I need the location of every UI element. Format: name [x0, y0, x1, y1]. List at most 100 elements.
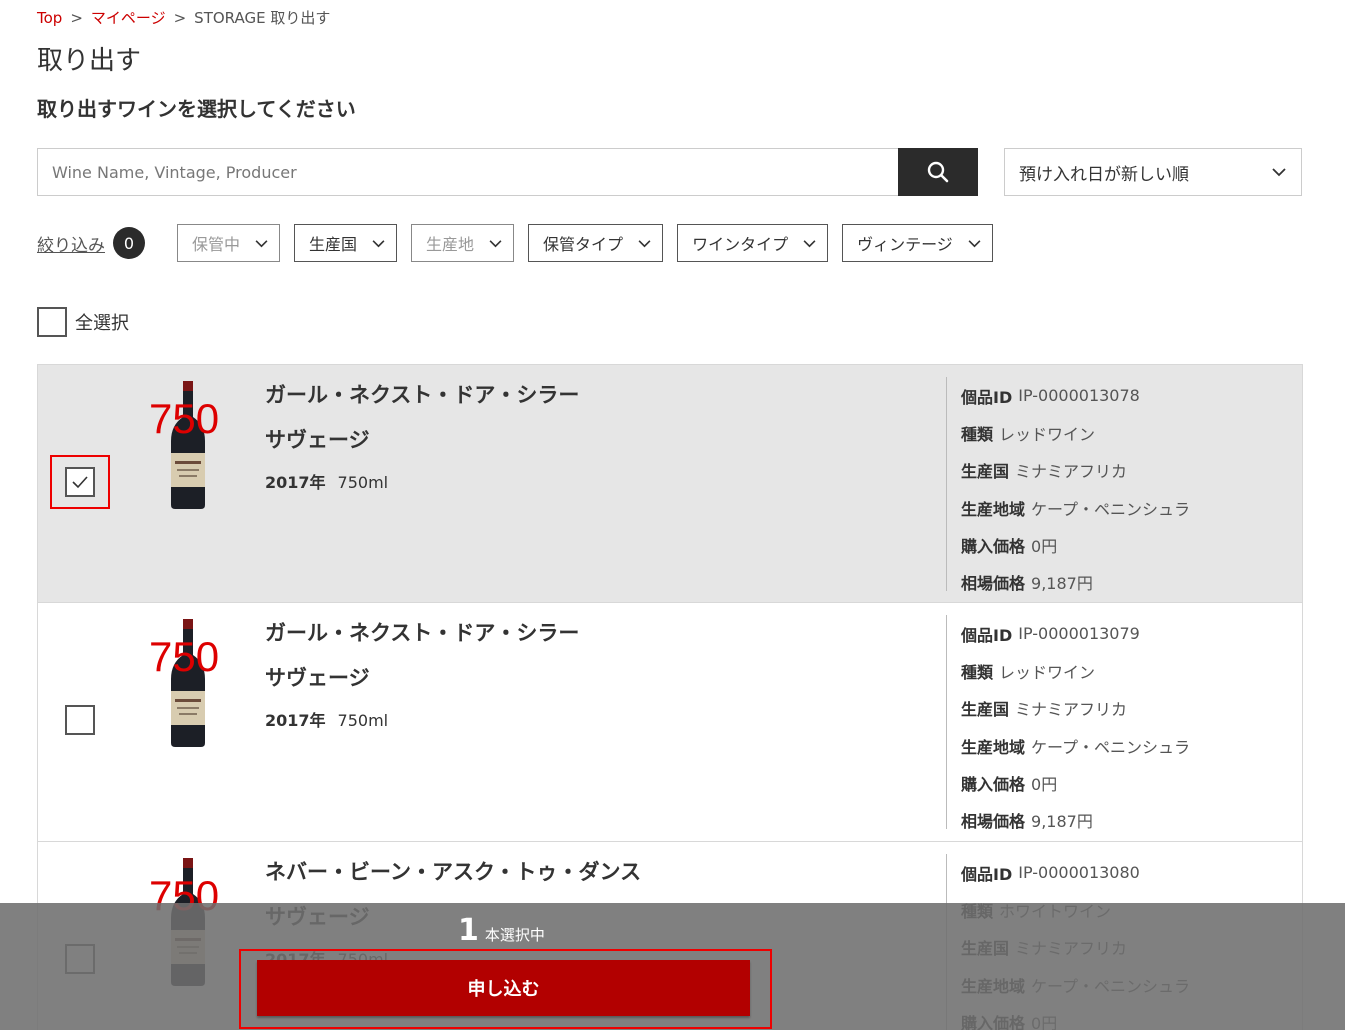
breadcrumb-mypage-link[interactable]: マイページ — [91, 7, 166, 28]
detail-value: ミナミアフリカ — [1015, 462, 1128, 482]
sort-selected-value: 預け入れ日が新しい順 — [1019, 164, 1189, 185]
wine-vintage: 2017年 750ml — [265, 469, 388, 493]
detail-value: IP-0000013080 — [1018, 863, 1140, 883]
detail-label: 購入価格 — [961, 536, 1026, 556]
detail-row-id: 個品ID IP-0000013079 — [961, 615, 1286, 652]
submit-button[interactable]: 申し込む — [257, 960, 750, 1016]
detail-row-country: 生産国ミナミアフリカ — [961, 452, 1286, 489]
wine-thumbnail[interactable]: 750 — [123, 375, 253, 515]
wine-thumbnail[interactable]: 750 — [123, 613, 253, 753]
detail-label: 個品ID — [961, 387, 1013, 407]
select-all-checkbox[interactable] — [37, 307, 67, 337]
detail-value: レッドワイン — [999, 424, 1096, 444]
page-title: 取り出す — [37, 46, 142, 76]
search-icon — [927, 161, 949, 183]
wine-vintage-year: 2017年 — [265, 473, 326, 492]
detail-value: 0円 — [1031, 536, 1058, 556]
wine-producer: サヴェージ — [265, 666, 370, 690]
detail-row-type: 種類 レッドワイン — [961, 652, 1286, 689]
detail-label: 個品ID — [961, 625, 1013, 645]
filter-chip[interactable]: 保管タイプ — [528, 224, 664, 262]
wine-vintage: 2017年 750ml — [265, 707, 388, 731]
filter-chip[interactable]: 生産地 — [411, 224, 515, 262]
chevron-down-icon — [803, 239, 816, 247]
detail-row-market: 相場価格 9,187円 — [961, 801, 1286, 838]
search-button[interactable] — [898, 148, 978, 196]
filter-count-badge: 0 — [113, 227, 145, 259]
detail-value: 9,187円 — [1031, 812, 1093, 832]
wine-list-item: 750 ガール・ネクスト・ドア・シラーサヴェージ 2017年 750ml 個品ID IP-… — [37, 603, 1303, 842]
detail-row-region: 生産地域ケープ・ペニンシュラ — [961, 489, 1286, 526]
detail-row-purchase: 購入価格0円 — [961, 526, 1286, 563]
detail-row-market: 相場価格 9,187円 — [961, 563, 1286, 600]
filter-chip-label: ワインタイプ — [692, 235, 789, 254]
item-checkbox[interactable] — [65, 705, 95, 735]
item-checkbox[interactable] — [65, 467, 95, 497]
page-subtitle: 取り出すワインを選択してください — [37, 97, 356, 121]
item-checkbox-wrap — [50, 455, 110, 509]
filter-chip[interactable]: 生産国 — [294, 224, 398, 262]
detail-label: 種類 — [961, 424, 994, 444]
detail-label: 種類 — [961, 662, 994, 682]
chevron-down-icon — [968, 239, 981, 247]
thumbnail-volume-label: 750 — [149, 395, 220, 442]
detail-value: ミナミアフリカ — [1015, 700, 1128, 720]
detail-label: 購入価格 — [961, 774, 1026, 794]
detail-value: 0円 — [1031, 774, 1058, 794]
filter-chip-label: 生産国 — [309, 235, 358, 254]
chevron-down-icon — [1272, 168, 1286, 177]
detail-label: 生産地域 — [961, 499, 1026, 519]
detail-label: 個品ID — [961, 864, 1013, 884]
wine-list-item: 750 ガール・ネクスト・ドア・シラーサヴェージ 2017年 750ml 個品ID IP-… — [37, 364, 1303, 603]
sort-select[interactable]: 預け入れ日が新しい順 — [1004, 148, 1302, 196]
detail-row-purchase: 購入価格0円 — [961, 764, 1286, 801]
chevron-down-icon — [638, 239, 651, 247]
detail-label: 相場価格 — [961, 812, 1026, 832]
wine-volume: 750ml — [337, 473, 389, 492]
check-icon — [72, 476, 88, 489]
wine-producer: サヴェージ — [265, 428, 370, 452]
detail-label: 生産国 — [961, 700, 1010, 720]
filter-link[interactable]: 絞り込み — [37, 231, 105, 256]
breadcrumb-top-link[interactable]: Top — [37, 9, 62, 27]
wine-name[interactable]: ガール・ネクスト・ドア・シラー — [265, 379, 579, 409]
chevron-down-icon — [372, 239, 385, 247]
filter-chip-label: 保管タイプ — [543, 235, 624, 254]
breadcrumb: Top > マイページ > STORAGE 取り出す — [37, 7, 330, 28]
detail-label: 生産国 — [961, 462, 1010, 482]
selected-count-number: 1 — [458, 913, 479, 948]
detail-value: IP-0000013078 — [1018, 386, 1140, 406]
item-checkbox-wrap — [50, 693, 110, 747]
select-all[interactable]: 全選択 — [37, 307, 129, 337]
selected-count-label: 本選択中 — [484, 926, 545, 944]
select-all-label: 全選択 — [75, 313, 129, 334]
detail-label: 相場価格 — [961, 574, 1026, 594]
filter-chips: 保管中 生産国 生産地 保管タイプ ワインタイプ ヴィンテージ — [177, 224, 1007, 262]
wine-name[interactable]: ガール・ネクスト・ドア・シラー — [265, 617, 579, 647]
detail-row-id: 個品ID IP-0000013078 — [961, 377, 1286, 414]
chevron-down-icon — [489, 239, 502, 247]
wine-vintage-year: 2017年 — [265, 711, 326, 730]
search-input[interactable] — [37, 148, 898, 196]
detail-row-id: 個品ID IP-0000013080 — [961, 854, 1286, 891]
selected-count: 1 本選択中 — [458, 913, 545, 948]
wine-details: 個品ID IP-0000013078 種類 レッドワイン 生産国 ミナミアフリカ 生産地域ケ… — [946, 377, 1286, 593]
filter-row: 絞り込み 0 保管中 生産国 生産地 保管タイプ ワインタイプ ヴィンテージ — [37, 224, 1007, 262]
breadcrumb-separator: > — [173, 8, 187, 27]
filter-chip-label: 生産地 — [426, 235, 475, 254]
detail-value: レッドワイン — [999, 662, 1096, 682]
detail-value: ケープ・ペニンシュラ — [1031, 499, 1191, 519]
filter-chip[interactable]: ワインタイプ — [677, 224, 829, 262]
wine-name[interactable]: ネバー・ビーン・アスク・トゥ・ダンス — [265, 856, 641, 886]
filter-chip[interactable]: 保管中 — [177, 224, 281, 262]
detail-row-region: 生産地域ケープ・ペニンシュラ — [961, 727, 1286, 764]
detail-value: 9,187円 — [1031, 574, 1093, 594]
detail-row-country: 生産国ミナミアフリカ — [961, 690, 1286, 727]
breadcrumb-separator: > — [70, 8, 83, 27]
filter-chip-label: 保管中 — [192, 235, 241, 254]
filter-chip[interactable]: ヴィンテージ — [842, 224, 993, 262]
breadcrumb-current: STORAGE 取り出す — [194, 9, 331, 27]
wine-details: 個品ID IP-0000013079 種類 レッドワイン 生産国 ミナミアフリカ 生産地域ケ… — [946, 615, 1286, 831]
detail-value: IP-0000013079 — [1018, 624, 1140, 644]
wine-volume: 750ml — [337, 711, 389, 730]
